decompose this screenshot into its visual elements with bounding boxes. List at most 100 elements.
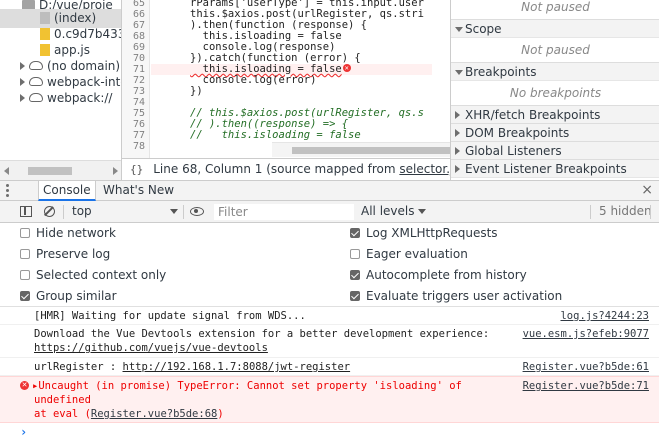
console-messages: [HMR] Waiting for update signal from WDS…	[0, 307, 659, 448]
section-event-listener-breakpoints[interactable]: Event Listener Breakpoints	[451, 159, 659, 178]
collapse-arrow-icon	[455, 27, 463, 32]
line-number[interactable]: 65	[133, 0, 145, 9]
js-file-icon	[40, 43, 50, 56]
preserve-log-option[interactable]: Preserve log	[20, 244, 110, 265]
filter-input[interactable]	[214, 204, 354, 220]
file-navigator: D:/vue/proje (index) 0.c9d7b4332 app.js …	[0, 0, 122, 180]
line-number[interactable]: 77	[133, 130, 145, 141]
line-number[interactable]: 68	[133, 31, 145, 42]
line-number[interactable]: 66	[133, 9, 145, 20]
scrollbar-thumb[interactable]	[292, 147, 450, 154]
sidebar-toggle-icon[interactable]	[20, 206, 32, 217]
eager-evaluation-option[interactable]: Eager evaluation	[350, 244, 468, 265]
line-number[interactable]: 71	[133, 64, 145, 75]
cloud-icon	[29, 93, 43, 102]
stack-frame-link[interactable]: Register.vue?b5de:68	[91, 408, 217, 420]
checkbox[interactable]	[20, 227, 30, 238]
scroll-left-icon[interactable]	[4, 167, 9, 175]
section-xhr-breakpoints[interactable]: XHR/fetch Breakpoints	[451, 105, 659, 124]
expand-arrow-icon	[455, 111, 460, 119]
code-line[interactable]: console.log(error)	[190, 74, 317, 86]
message-source-link[interactable]: Register.vue?b5de:71	[523, 379, 649, 393]
expand-arrow-icon	[455, 165, 460, 173]
code-text: console.log(error)	[190, 74, 317, 86]
checkbox-checked[interactable]	[20, 290, 30, 301]
js-file-icon	[40, 27, 50, 40]
breakpoints-status: No breakpoints	[509, 86, 602, 100]
console-prompt-icon[interactable]: ›	[20, 425, 27, 439]
sources-panel: D:/vue/proje (index) 0.c9d7b4332 app.js …	[0, 0, 659, 180]
drawer-tab-bar: Console What's New ×	[0, 180, 659, 201]
drawer-menu-icon[interactable]	[6, 184, 9, 197]
context-selector-caret[interactable]	[170, 201, 178, 222]
message-source-link[interactable]: Register.vue?b5de:61	[523, 360, 649, 374]
line-number[interactable]: 73	[133, 86, 145, 97]
editor-horizontal-scrollbar[interactable]	[272, 142, 450, 157]
tab-console[interactable]: Console	[38, 181, 96, 201]
scrollbar-thumb[interactable]	[28, 167, 72, 175]
clear-console-icon[interactable]	[43, 206, 55, 217]
expand-arrow-icon[interactable]	[20, 61, 25, 70]
message-source-link[interactable]: vue.esm.js?efeb:9077	[523, 327, 649, 341]
autocomplete-from-history-option[interactable]: Autocomplete from history	[350, 265, 527, 286]
line-number[interactable]: 70	[133, 53, 145, 64]
line-number[interactable]: 78	[133, 141, 145, 152]
group-similar-option[interactable]: Group similar	[20, 286, 117, 307]
section-scope[interactable]: Scope	[451, 19, 659, 38]
line-number-gutter[interactable]: 65 66 67 68 69 70 71 72 73 74 75 76 77 78	[122, 0, 150, 158]
tab-whats-new[interactable]: What's New	[99, 181, 178, 201]
checkbox-checked[interactable]	[350, 227, 360, 238]
call-stack-status: Not paused	[521, 0, 590, 14]
error-icon: ✕	[20, 381, 29, 390]
expand-arrow-icon[interactable]	[20, 77, 25, 86]
live-expression-eye-icon[interactable]	[190, 207, 204, 216]
line-number[interactable]: 67	[133, 20, 145, 31]
log-xmlhttprequests-option[interactable]: Log XMLHttpRequests	[350, 223, 498, 244]
scroll-right-icon[interactable]	[113, 167, 118, 175]
code-editor[interactable]: 65 66 67 68 69 70 71 72 73 74 75 76 77 78 rParams['us…	[122, 0, 450, 158]
hide-network-option[interactable]: Hide network	[20, 223, 116, 244]
checkbox-checked[interactable]	[350, 269, 360, 280]
selected-context-only-option[interactable]: Selected context only	[20, 265, 166, 286]
tree-item-webpack[interactable]: webpack://	[20, 89, 112, 108]
chevron-down-icon	[170, 209, 178, 214]
line-number[interactable]: 75	[133, 108, 145, 119]
code-text: // this.isloading = false	[190, 129, 361, 141]
code-line[interactable]: })	[190, 86, 203, 97]
cloud-icon	[29, 77, 43, 86]
cloud-icon	[29, 61, 43, 70]
devtools-url-link[interactable]: https://github.com/vuejs/vue-devtools	[34, 341, 268, 355]
pretty-print-icon[interactable]: {}	[130, 159, 143, 180]
section-breakpoints[interactable]: Breakpoints	[451, 62, 659, 81]
line-number[interactable]: 74	[133, 97, 145, 108]
evaluate-triggers-user-activation-option[interactable]: Evaluate triggers user activation	[350, 286, 562, 307]
line-number[interactable]: 72	[133, 75, 145, 86]
context-selector[interactable]: top	[72, 201, 92, 222]
source-map-link[interactable]: selector.js?typ	[399, 162, 450, 176]
checkbox[interactable]	[20, 269, 30, 280]
chevron-down-icon	[418, 209, 427, 214]
line-number[interactable]: 76	[133, 119, 145, 130]
tree-horizontal-scrollbar[interactable]	[0, 160, 121, 180]
console-toolbar: top All levels 5 hidden	[0, 201, 659, 223]
collapse-arrow-icon	[455, 70, 463, 75]
section-global-listeners[interactable]: Global Listeners	[451, 141, 659, 160]
message-source-link[interactable]: log.js?4244:23	[560, 309, 649, 323]
checkbox[interactable]	[350, 248, 360, 259]
checkbox[interactable]	[20, 248, 30, 259]
console-message-url-register: urlRegister : http://192.168.1.7:8088/jw…	[0, 358, 659, 376]
error-message-toggle[interactable]: ▸Uncaught (in promise) TypeError: Cannot…	[32, 379, 462, 393]
checkbox-checked[interactable]	[350, 290, 360, 301]
close-drawer-icon[interactable]: ×	[641, 182, 653, 198]
register-url-link[interactable]: http://192.168.1.7:8088/jwt-register	[123, 361, 351, 373]
section-dom-breakpoints[interactable]: DOM Breakpoints	[451, 123, 659, 142]
console-message-error: ✕ ▸Uncaught (in promise) TypeError: Cann…	[0, 376, 659, 423]
code-line[interactable]: // this.isloading = false	[190, 130, 361, 141]
hidden-messages-count: 5 hidden	[599, 204, 652, 218]
line-number[interactable]: 69	[133, 42, 145, 53]
error-marker-icon[interactable]: ✕	[342, 64, 351, 72]
file-icon	[40, 11, 50, 24]
expand-arrow-icon[interactable]	[20, 93, 25, 102]
log-levels-selector[interactable]: All levels	[361, 201, 427, 222]
cursor-position: Line 68, Column 1 (source mapped from	[153, 162, 400, 176]
